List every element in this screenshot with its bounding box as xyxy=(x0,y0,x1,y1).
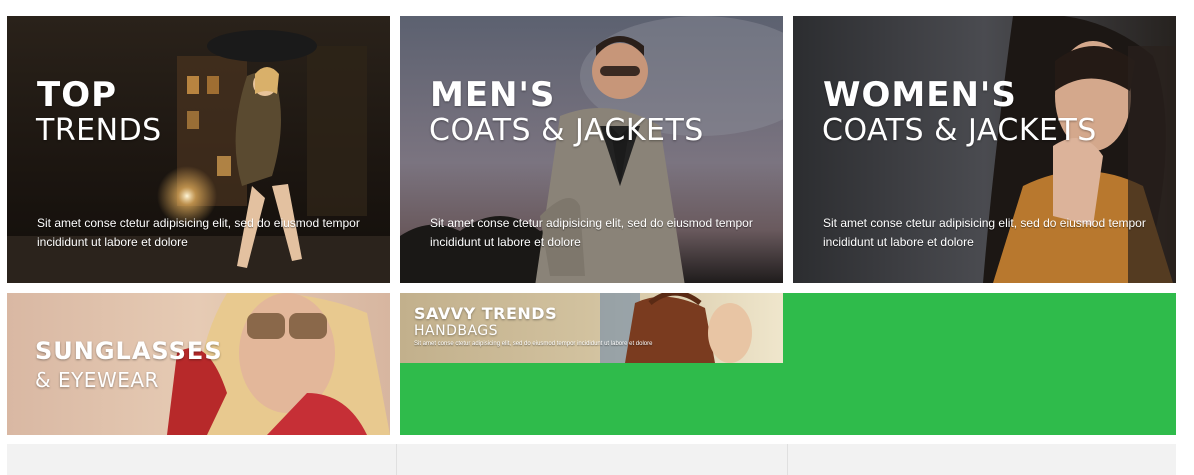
footer-strip xyxy=(7,444,1176,475)
banner-top-trends[interactable]: TOP TRENDS Sit amet conse ctetur adipisi… xyxy=(7,16,390,283)
banner-subtitle: COATS & JACKETS xyxy=(822,113,1097,148)
banner-title: SUNGLASSES xyxy=(35,337,223,365)
banner-title: SAVVY TRENDS xyxy=(414,304,558,323)
footer-column xyxy=(397,444,788,475)
banner-title: WOMEN'S xyxy=(823,75,1017,115)
banner-title: MEN'S xyxy=(430,75,556,115)
banner-title: TOP xyxy=(37,75,118,115)
banner-subtitle: TRENDS xyxy=(36,113,162,148)
banner-description: Sit amet conse ctetur adipisicing elit, … xyxy=(823,216,1146,249)
banner-description: Sit amet conse ctetur adipisicing elit, … xyxy=(414,341,653,347)
banner-mens-coats[interactable]: MEN'S COATS & JACKETS Sit amet conse cte… xyxy=(400,16,783,283)
banner-description: Sit amet conse ctetur adipisicing elit, … xyxy=(430,216,753,249)
banner-womens-coats[interactable]: WOMEN'S COATS & JACKETS Sit amet conse c… xyxy=(793,16,1176,283)
footer-column xyxy=(7,444,397,475)
banner-sunglasses[interactable]: SUNGLASSES & EYEWEAR xyxy=(7,293,390,435)
banner-description: Sit amet conse ctetur adipisicing elit, … xyxy=(37,216,360,249)
banner-savvy-trends[interactable]: SAVVY TRENDS HANDBAGS Sit amet conse cte… xyxy=(400,293,783,363)
banner-subtitle: COATS & JACKETS xyxy=(429,113,704,148)
banner-subtitle: HANDBAGS xyxy=(414,323,499,339)
banner-subtitle: & EYEWEAR xyxy=(35,368,159,392)
